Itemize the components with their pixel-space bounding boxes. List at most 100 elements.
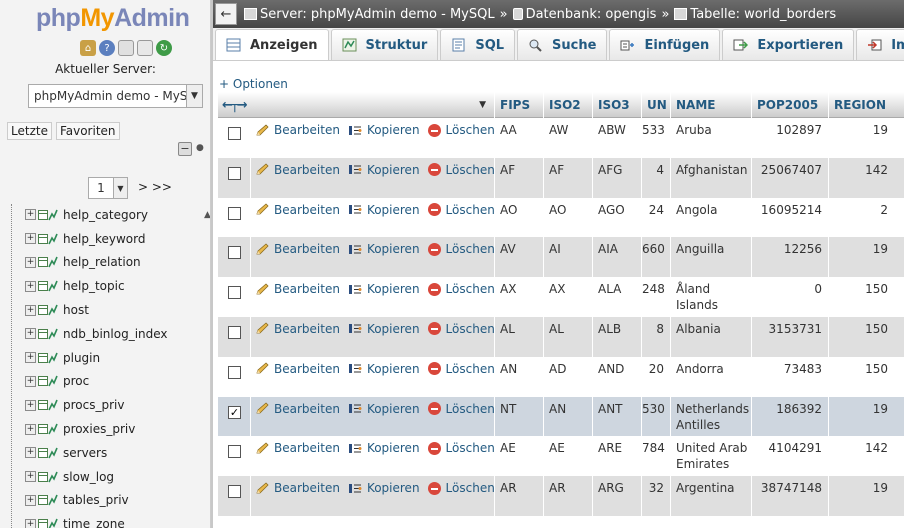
table-icon[interactable] (38, 374, 58, 388)
table-icon[interactable] (38, 446, 58, 460)
column-header-pop2005[interactable]: POP2005 (751, 92, 828, 118)
cell-iso3[interactable]: AND (592, 356, 641, 397)
table-row[interactable]: Bearbeiten Kopieren Löschen AO AO AGO 24 Angola… (218, 197, 904, 238)
settings-icon[interactable] (137, 40, 153, 56)
copy-row-link[interactable]: Kopieren (348, 321, 420, 337)
cell-name[interactable]: United Arab Emirates (670, 436, 751, 477)
column-header-fips[interactable]: FIPS (494, 92, 543, 118)
cell-iso2[interactable]: AI (543, 237, 592, 278)
cell-fips[interactable]: AE (494, 436, 543, 477)
delete-row-link[interactable]: Löschen (427, 361, 494, 377)
copy-row-link[interactable]: Kopieren (348, 281, 420, 297)
cell-iso3[interactable]: ANT (592, 396, 641, 437)
cell-fips[interactable]: AR (494, 476, 543, 516)
tree-item-label[interactable]: proxies_priv (63, 422, 135, 436)
tree-item-proc[interactable]: + proc (25, 370, 168, 394)
column-header-region[interactable]: REGION (828, 92, 904, 118)
cell-pop2005[interactable]: 0 (751, 277, 828, 317)
cell-iso2[interactable]: AL (543, 316, 592, 357)
cell-un[interactable]: 24 (641, 197, 670, 238)
cell-iso3[interactable]: AGO (592, 197, 641, 238)
cell-fips[interactable]: AV (494, 237, 543, 278)
cell-name[interactable]: Andorra (670, 356, 751, 397)
table-icon[interactable] (38, 232, 58, 246)
expand-icon[interactable]: + (25, 518, 36, 528)
table-row[interactable]: Bearbeiten Kopieren Löschen AV AI AIA 660 Angui… (218, 237, 904, 278)
cell-iso2[interactable]: AO (543, 197, 592, 238)
cell-iso2[interactable]: AW (543, 118, 592, 158)
favorite-tables-tab[interactable]: Favoriten (55, 122, 120, 140)
tree-item-label[interactable]: help_keyword (63, 232, 145, 246)
cell-iso3[interactable]: ALA (592, 277, 641, 317)
cell-name[interactable]: Aruba (670, 118, 751, 158)
row-checkbox[interactable] (228, 445, 241, 459)
table-icon[interactable] (38, 208, 58, 222)
cell-un[interactable]: 533 (641, 118, 670, 158)
edit-row-link[interactable]: Bearbeiten (255, 480, 340, 496)
row-checkbox[interactable] (228, 325, 241, 339)
cell-fips[interactable]: NT (494, 396, 543, 437)
cell-pop2005[interactable]: 12256 (751, 237, 828, 278)
cell-pop2005[interactable]: 186392 (751, 396, 828, 437)
table-icon[interactable] (38, 279, 58, 293)
tree-item-slow-log[interactable]: + slow_log (25, 465, 168, 489)
row-checkbox[interactable] (228, 365, 241, 379)
cell-name[interactable]: Netherlands Antilles (670, 396, 751, 437)
cell-fips[interactable]: AA (494, 118, 543, 158)
row-checkbox[interactable] (228, 166, 241, 180)
tree-item-label[interactable]: time_zone (63, 517, 125, 528)
tree-item-label[interactable]: help_category (63, 208, 148, 222)
expand-icon[interactable]: + (25, 375, 36, 387)
cell-pop2005[interactable]: 73483 (751, 356, 828, 397)
row-checkbox[interactable] (228, 286, 241, 300)
table-icon[interactable] (38, 470, 58, 484)
cell-iso2[interactable]: AX (543, 277, 592, 317)
table-row[interactable]: ✓ Bearbeiten Kopieren Löschen NT AN ANT 530 Neth… (218, 396, 904, 437)
tree-item-proxies-priv[interactable]: + proxies_priv (25, 417, 168, 441)
expand-icon[interactable]: + (25, 209, 36, 221)
column-arrows-icon[interactable]: ←┬→ (222, 98, 248, 113)
delete-row-link[interactable]: Löschen (427, 162, 494, 178)
cell-region[interactable]: 142 (828, 436, 894, 477)
server-select[interactable]: phpMyAdmin demo - MySQL ▼ (28, 84, 203, 108)
table-row[interactable]: Bearbeiten Kopieren Löschen AE AE ARE 784 Unite… (218, 436, 904, 477)
copy-row-link[interactable]: Kopieren (348, 122, 420, 138)
options-toggle[interactable]: + Optionen (219, 77, 288, 91)
recent-tables-tab[interactable]: Letzte (7, 122, 52, 140)
expand-icon[interactable]: + (25, 304, 36, 316)
cell-name[interactable]: Albania (670, 316, 751, 357)
cell-region[interactable]: 150 (828, 356, 894, 397)
cell-iso3[interactable]: AFG (592, 157, 641, 198)
link-with-main-icon[interactable]: ● (196, 143, 204, 153)
tree-item-label[interactable]: host (63, 303, 89, 317)
cell-pop2005[interactable]: 4104291 (751, 436, 828, 477)
delete-row-link[interactable]: Löschen (427, 480, 494, 496)
cell-name[interactable]: Anguilla (670, 237, 751, 278)
cell-region[interactable]: 19 (828, 118, 894, 158)
tree-item-plugin[interactable]: + plugin (25, 346, 168, 370)
cell-region[interactable]: 19 (828, 396, 894, 437)
cell-fips[interactable]: AL (494, 316, 543, 357)
cell-iso3[interactable]: AIA (592, 237, 641, 278)
cell-iso2[interactable]: AR (543, 476, 592, 516)
delete-row-link[interactable]: Löschen (427, 321, 494, 337)
cell-region[interactable]: 150 (828, 316, 894, 357)
tree-item-label[interactable]: plugin (63, 351, 100, 365)
breadcrumb-database[interactable]: Datenbank: opengis (526, 7, 657, 22)
tree-item-help-relation[interactable]: + help_relation (25, 251, 168, 275)
cell-pop2005[interactable]: 25067407 (751, 157, 828, 198)
next-page-link[interactable]: > >> (138, 180, 172, 194)
copy-row-link[interactable]: Kopieren (348, 440, 420, 456)
column-header-iso2[interactable]: ISO2 (543, 92, 592, 118)
delete-row-link[interactable]: Löschen (427, 122, 494, 138)
cell-iso3[interactable]: ARE (592, 436, 641, 477)
reload-icon[interactable]: ↻ (156, 40, 172, 56)
row-checkbox[interactable] (228, 127, 241, 140)
edit-row-link[interactable]: Bearbeiten (255, 122, 340, 138)
cell-un[interactable]: 248 (641, 277, 670, 317)
tab-structure[interactable]: Struktur (330, 29, 439, 60)
table-icon[interactable] (38, 327, 58, 341)
tree-item-servers[interactable]: + servers (25, 441, 168, 465)
expand-icon[interactable]: + (25, 233, 36, 245)
delete-row-link[interactable]: Löschen (427, 440, 494, 456)
